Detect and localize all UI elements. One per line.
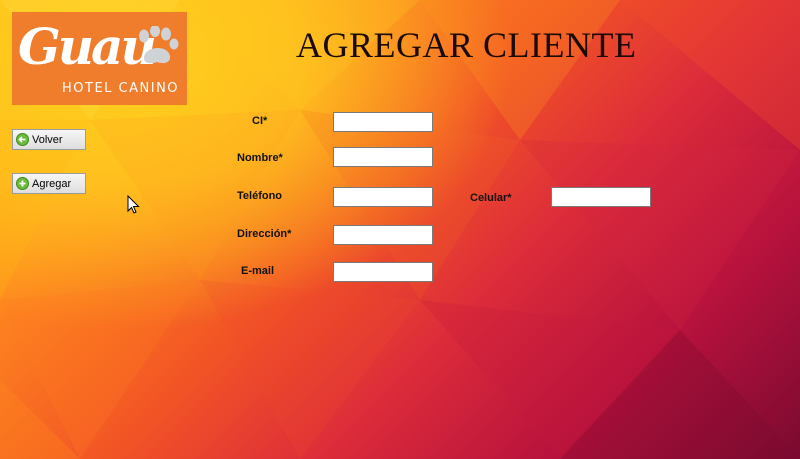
back-button-label: Volver: [32, 133, 63, 146]
back-button[interactable]: Volver: [12, 129, 86, 150]
celular-input[interactable]: [551, 187, 651, 207]
direccion-input[interactable]: [333, 225, 433, 245]
add-circle-icon: [16, 177, 29, 190]
ci-label: CI*: [252, 115, 268, 127]
paw-icon: [139, 26, 179, 64]
add-button-label: Agregar: [32, 177, 72, 190]
hotel-logo: Guau HOTEL CANINO: [12, 12, 187, 105]
nombre-input[interactable]: [333, 147, 433, 167]
email-input[interactable]: [333, 262, 433, 282]
ci-input[interactable]: [333, 112, 433, 132]
mouse-cursor-icon: [127, 195, 140, 214]
direccion-label: Dirección*: [237, 228, 292, 240]
add-button[interactable]: Agregar: [12, 173, 86, 194]
nombre-label: Nombre*: [237, 152, 283, 164]
logo-subtitle: HOTEL CANINO: [62, 81, 180, 96]
celular-label: Celular*: [470, 192, 512, 204]
email-label: E-mail: [241, 265, 275, 277]
telefono-label: Teléfono: [237, 190, 283, 202]
page-title: AGREGAR CLIENTE: [296, 25, 637, 65]
back-arrow-icon: [16, 133, 29, 146]
telefono-input[interactable]: [333, 187, 433, 207]
